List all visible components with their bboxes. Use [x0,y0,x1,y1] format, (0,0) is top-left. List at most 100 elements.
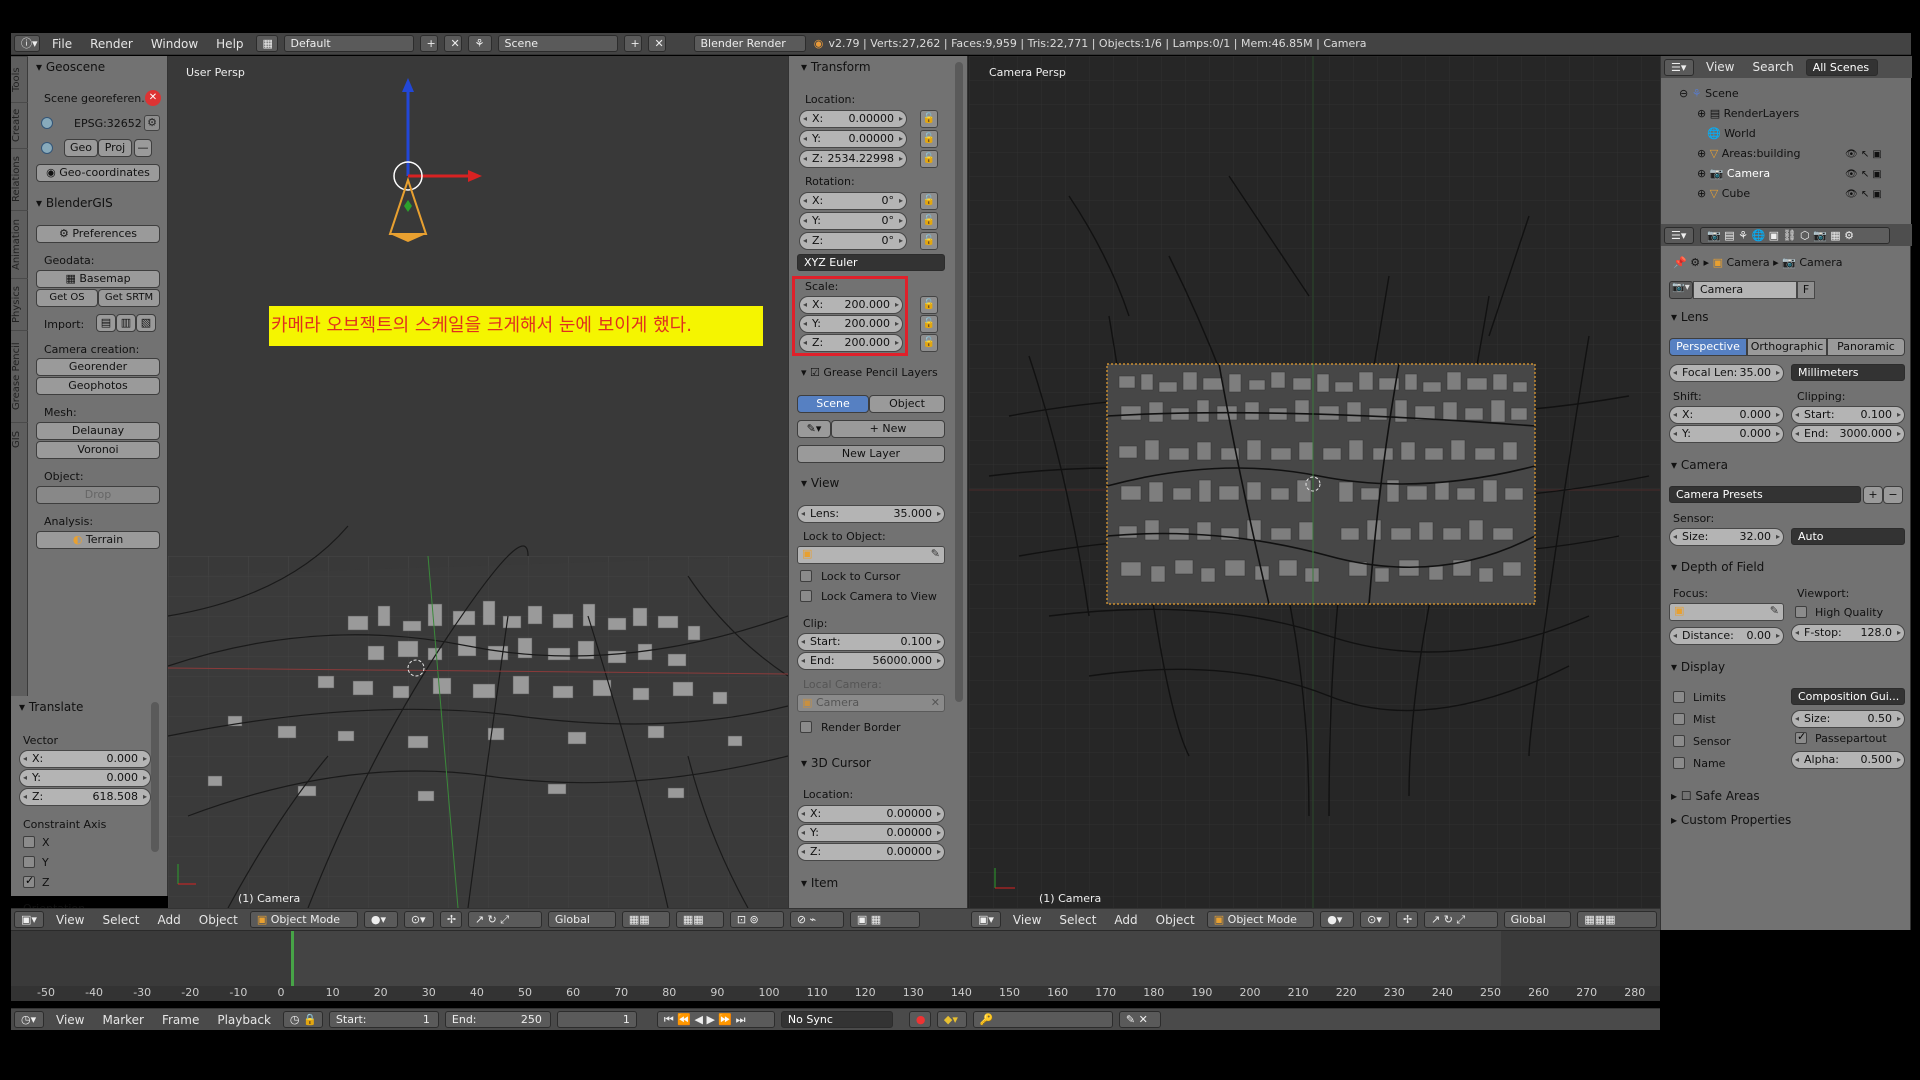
translate-x-field[interactable]: X:0.000 [19,750,151,768]
sensor-fit-select[interactable]: Auto [1791,528,1905,545]
orientation-select-right[interactable]: Global [1503,911,1572,928]
outliner-camera[interactable]: ⊕ 📷 Camera [1697,167,1770,180]
menu-add[interactable]: Add [149,913,190,927]
local-camera-field[interactable]: ▣ Camera ✕ [797,694,945,712]
get-srtm-button[interactable]: Get SRTM [98,289,160,307]
fstop-field[interactable]: F-stop:128.0 [1791,624,1905,642]
geo-coordinates-button[interactable]: ◉ Geo-coordinates [36,164,160,182]
outliner-visibility-icons[interactable]: 👁 ↖ ▣ [1845,149,1882,160]
geo-button[interactable]: Geo [64,139,98,157]
playback-controls[interactable]: ⏮ ⏪ ◀ ▶ ⏩ ⏭ [656,1011,775,1028]
outliner-search-menu[interactable]: Search [1743,60,1802,74]
snap-tools-icon[interactable]: ⊡ ⊚ [729,911,784,928]
timeline-view-menu[interactable]: View [47,1013,93,1027]
dof-distance-field[interactable]: Distance:0.00 [1669,627,1784,645]
proj-minus-icon[interactable]: — [134,139,152,157]
rotation-x-field[interactable]: X:0° [799,192,907,210]
menu-render[interactable]: Render [81,37,142,51]
rotation-mode-select[interactable]: XYZ Euler [797,254,945,271]
translate-scrollbar[interactable] [151,702,159,852]
fake-user-button[interactable]: F [1797,281,1815,299]
rotation-y-field[interactable]: Y:0° [799,212,907,230]
epsg-settings-icon[interactable]: ⚙ [144,115,160,131]
timeline-editor-icon[interactable]: ◷▾ [14,1011,44,1028]
timeline-frame-menu[interactable]: Frame [153,1013,208,1027]
rotation-x-lock-icon[interactable]: 🔓 [920,192,938,210]
info-editor-icon[interactable]: ⓘ▾ [14,35,40,52]
preferences-button[interactable]: ⚙ Preferences [36,225,160,243]
lens-field[interactable]: Lens:35.000 [797,505,945,523]
pivot-icon[interactable]: ⊙▾ [403,911,434,928]
cursor-header[interactable]: ▾ 3D Cursor [801,756,871,770]
dof-header[interactable]: ▾ Depth of Field [1671,560,1764,574]
shelf-scrollbar[interactable] [955,62,963,702]
grease-pencil-icon[interactable]: ✎▾ [797,420,831,438]
sensor-display-checkbox[interactable] [1673,735,1685,747]
layers-grid2-icon[interactable]: ▦▦ [675,911,724,928]
georef-remove-icon[interactable]: ✕ [145,90,161,106]
display-size-field[interactable]: Size:0.50 [1791,710,1905,728]
scale-z-lock-icon[interactable]: 🔓 [920,334,938,352]
record-icon[interactable]: ● [908,1011,931,1028]
insert-keyframe-icons[interactable]: ✎ ✕ [1118,1011,1161,1028]
scale-y-field[interactable]: Y:200.000 [799,315,903,333]
translate-y-field[interactable]: Y:0.000 [19,769,151,787]
timeline-marker-menu[interactable]: Marker [93,1013,152,1027]
menu-file[interactable]: File [43,37,81,51]
layout-add-icon[interactable]: + [419,35,438,52]
location-z-field[interactable]: Z:2534.22998 [799,150,907,168]
passepartout-alpha-field[interactable]: Alpha:0.500 [1791,751,1905,769]
lens-header[interactable]: ▾ Lens [1671,310,1709,324]
menu-add-right[interactable]: Add [1105,913,1146,927]
shift-x-field[interactable]: X:0.000 [1669,406,1784,424]
composition-guides-select[interactable]: Composition Gui... [1791,688,1905,705]
item-header[interactable]: ▾ Item [801,876,838,890]
tab-create[interactable]: Create [11,102,28,148]
editor-type-icon[interactable]: ▣▾ [14,911,44,928]
outliner-visibility-icons-cube[interactable]: 👁 ↖ ▣ [1845,189,1882,200]
location-y-field[interactable]: Y:0.00000 [799,130,907,148]
camera-name-field[interactable]: Camera [1693,281,1797,299]
scene-select[interactable]: Scene [497,35,618,52]
render-opengl-icon[interactable]: ▣ ▦ [849,911,920,928]
layers-grid-icon-right[interactable]: ▦▦▦ [1577,911,1657,928]
perspective-tab[interactable]: Perspective [1669,338,1747,356]
outliner-cube[interactable]: ⊕ ▽ Cube [1697,187,1750,200]
menu-view-right[interactable]: View [1004,913,1050,927]
grease-new-layer-button[interactable]: New Layer [797,445,945,463]
lock-camera-checkbox[interactable] [800,590,812,602]
grease-scene-tab[interactable]: Scene [797,395,869,413]
import-raster-icon[interactable]: ▧ [136,314,156,332]
rotation-y-lock-icon[interactable]: 🔓 [920,212,938,230]
import-shapefile-icon[interactable]: ▤ [96,314,116,332]
scene-close-icon[interactable]: ✕ [647,35,666,52]
shading-icon[interactable]: ●▾ [363,911,398,928]
scene-icon[interactable]: ⚘ [467,35,492,52]
name-display-checkbox[interactable] [1673,757,1685,769]
focus-object-field[interactable]: ▣ ✎ [1669,603,1784,621]
constraint-z-checkbox[interactable] [23,874,35,888]
cursor-x-field[interactable]: X:0.00000 [797,805,945,823]
cursor-z-field[interactable]: Z:0.00000 [797,843,945,861]
scale-y-lock-icon[interactable]: 🔓 [920,315,938,333]
constraint-y-checkbox[interactable] [23,856,35,868]
outliner-scene[interactable]: ⊖ ⚘ Scene [1679,87,1739,100]
clip-end-prop-field[interactable]: End:3000.000 [1791,425,1905,443]
cursor-y-field[interactable]: Y:0.00000 [797,824,945,842]
panoramic-tab[interactable]: Panoramic [1827,338,1905,356]
camera-header[interactable]: ▾ Camera [1671,458,1728,472]
menu-window[interactable]: Window [142,37,207,51]
outliner-editor-icon[interactable]: ☰▾ [1664,58,1694,76]
grease-new-button[interactable]: + New [831,420,945,438]
viewport-left[interactable]: User Persp (1) Camera 카메라 오브젝트의 스케일을 크게해… [168,56,788,908]
layout-close-icon[interactable]: ✕ [443,35,462,52]
georender-button[interactable]: Georender [36,358,160,376]
timeline-sync-icons[interactable]: ◷ 🔒 [282,1011,323,1028]
grease-pencil-header[interactable]: ▾ ☑ Grease Pencil Layers [801,366,961,379]
tab-gis[interactable]: GIS [11,422,28,456]
location-x-lock-icon[interactable]: 🔓 [920,110,938,128]
constraint-x-checkbox[interactable] [23,836,35,848]
render-border-checkbox[interactable] [800,721,812,733]
import-osm-icon[interactable]: ▥ [116,314,136,332]
editor-type-icon-right[interactable]: ▣▾ [971,911,1001,928]
